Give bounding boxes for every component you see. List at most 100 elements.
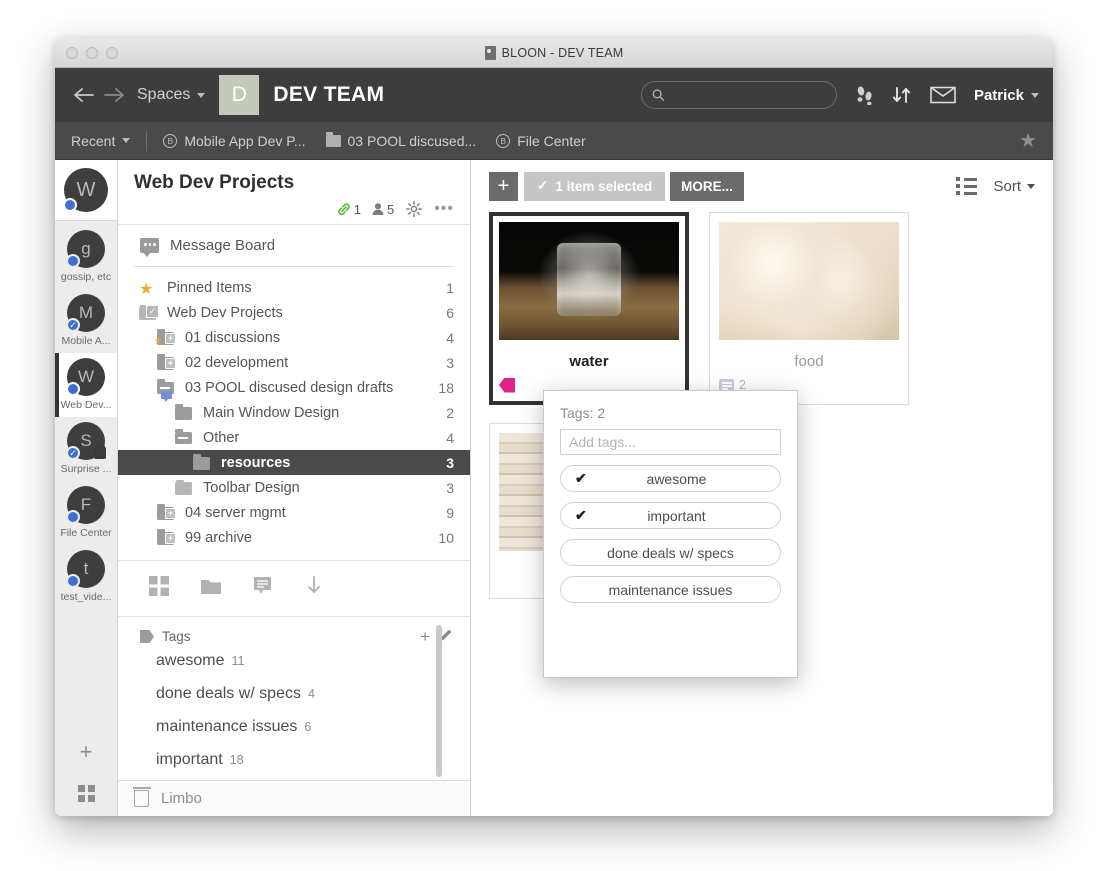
avatar: F: [66, 486, 105, 524]
tag-item-maintenance-issues[interactable]: maintenance issues 6: [156, 718, 470, 751]
sidebar-item-file-center[interactable]: F File Center: [55, 481, 117, 545]
desktop: BLOON - DEV TEAM Spaces D DEV TEAM Patri…: [0, 0, 1102, 871]
tree-row-label: Main Window Design: [203, 404, 340, 421]
popup-tag-label: done deals w/ specs: [607, 544, 734, 561]
folder-icon: [325, 131, 341, 147]
tags-popup-title: Tags: 2: [560, 405, 606, 421]
recent-dropdown[interactable]: Recent: [71, 133, 131, 149]
selection-status-button[interactable]: ✓ 1 item selected: [524, 171, 666, 201]
tree-row-other[interactable]: Other 4: [118, 425, 470, 450]
sidebar-item-label: Mobile A...: [61, 335, 111, 347]
limbo-button[interactable]: Limbo: [118, 780, 470, 816]
tree-row-toolbar-design[interactable]: Toolbar Design 3: [118, 475, 470, 500]
settings-button[interactable]: [406, 201, 423, 217]
breadcrumb-item-file-center[interactable]: B File Center: [496, 133, 586, 149]
popup-tag-maintenance-issues[interactable]: maintenance issues: [560, 576, 781, 603]
add-item-button[interactable]: +: [489, 171, 518, 201]
tree-row-03-pool[interactable]: 03 POOL discused design drafts 18: [118, 375, 470, 402]
status-dot: [66, 574, 80, 588]
content-view-controls: Sort: [956, 177, 1035, 195]
tree-row-02-development[interactable]: + 02 development 3: [118, 350, 470, 375]
favorite-star-icon[interactable]: ★: [1019, 128, 1037, 153]
check-icon: ✓: [537, 178, 549, 193]
search-input[interactable]: [671, 87, 826, 103]
team-avatar[interactable]: D: [219, 75, 260, 115]
tree-row-99-archive[interactable]: + 99 archive 10: [118, 525, 470, 550]
tag-item-important[interactable]: important 18: [156, 751, 470, 780]
transfers-button[interactable]: [892, 85, 912, 105]
card-thumbnail: [499, 222, 679, 340]
message-board-link[interactable]: Message Board: [118, 225, 470, 266]
tree-row-count: 3: [446, 354, 454, 371]
more-actions-button[interactable]: MORE...: [670, 171, 744, 201]
search-box[interactable]: [640, 81, 837, 109]
selection-label: 1 item selected: [555, 178, 653, 194]
tag-item-awesome[interactable]: awesome 11: [156, 652, 470, 685]
user-menu[interactable]: Patrick: [974, 87, 1039, 104]
tag-label: done deals w/ specs: [156, 685, 301, 702]
add-space-button[interactable]: +: [80, 741, 93, 763]
tree-row-01-discussions[interactable]: + ★ 01 discussions 4: [118, 325, 470, 350]
tag-count: 6: [304, 720, 312, 734]
comment-icon[interactable]: [252, 575, 274, 602]
add-tag-button[interactable]: +: [420, 628, 430, 645]
forward-button[interactable]: [99, 80, 129, 110]
sort-dropdown[interactable]: Sort: [993, 178, 1035, 195]
tree-row-pinned-items[interactable]: ★ Pinned Items 1: [118, 275, 470, 300]
breadcrumb-item-mobile-app[interactable]: B Mobile App Dev P...: [163, 133, 306, 149]
grid-icon[interactable]: [148, 575, 170, 602]
tree-row-04-server-mgmt[interactable]: + 04 server mgmt 9: [118, 500, 470, 525]
breadcrumb-item-pool[interactable]: 03 POOL discused...: [325, 131, 477, 149]
tags-scrollbar[interactable]: [436, 625, 442, 777]
status-dot: [66, 510, 80, 524]
sidebar-item-web-dev[interactable]: W Web Dev...: [55, 353, 117, 417]
sort-label: Sort: [993, 177, 1021, 195]
bubble-b-icon: B: [496, 133, 511, 148]
popup-tag-done-deals[interactable]: done deals w/ specs: [560, 539, 781, 566]
messages-button[interactable]: [930, 86, 956, 104]
card-water[interactable]: water: [489, 212, 689, 405]
tree-row-web-dev-projects[interactable]: ✓ Web Dev Projects 6: [118, 300, 470, 325]
download-icon[interactable]: [304, 575, 324, 602]
popup-tag-awesome[interactable]: ✔ awesome: [560, 465, 781, 492]
tree-row-count: 3: [446, 454, 454, 471]
list-view-icon[interactable]: [956, 177, 978, 195]
status-check-icon: ✓: [66, 446, 80, 460]
status-dot: [66, 382, 80, 396]
rail-current-space[interactable]: W: [55, 160, 117, 221]
tree-row-label: 99 archive: [185, 529, 252, 546]
more-options-button[interactable]: •••: [434, 200, 454, 218]
members-count[interactable]: 5: [371, 202, 394, 217]
folder-icon: [192, 454, 212, 471]
apps-grid-icon[interactable]: [77, 785, 95, 802]
breadcrumb-label: 03 POOL discused...: [347, 132, 477, 149]
members-count-value: 5: [386, 201, 395, 217]
tree-row-resources[interactable]: resources 3: [118, 450, 470, 475]
page-title: Web Dev Projects: [134, 172, 295, 193]
status-check-icon: ✓: [66, 318, 80, 332]
spaces-dropdown[interactable]: Spaces: [137, 86, 206, 104]
activity-button[interactable]: [855, 85, 874, 105]
back-button[interactable]: [69, 80, 99, 110]
tree-row-main-window-design[interactable]: Main Window Design 2: [118, 400, 470, 425]
sidebar-item-mobile-app[interactable]: M ✓ Mobile A...: [55, 289, 117, 353]
sidebar-item-test-video[interactable]: t test_vide...: [55, 545, 117, 609]
sidebar-item-surprise[interactable]: S ✓ Surprise ...: [55, 417, 117, 481]
popup-tag-important[interactable]: ✔ important: [560, 502, 781, 529]
avatar: M ✓: [66, 294, 105, 332]
folder-icon[interactable]: [200, 576, 222, 601]
tag-item-done-deals[interactable]: done deals w/ specs 4: [156, 685, 470, 718]
tag-icon[interactable]: [499, 377, 515, 393]
avatar: S ✓: [66, 422, 106, 460]
lock-icon: [94, 444, 106, 459]
tree-row-label: 04 server mgmt: [185, 504, 286, 521]
add-tags-input[interactable]: [560, 429, 781, 455]
tags-header: Tags +: [118, 617, 470, 652]
card-food[interactable]: food 2: [709, 212, 909, 405]
links-count[interactable]: 1: [336, 202, 361, 217]
sidebar-item-gossip[interactable]: g gossip, etc: [55, 225, 117, 289]
tree-row-label: Web Dev Projects: [167, 304, 283, 321]
arrow-left-icon: [74, 88, 94, 102]
window-titlebar: BLOON - DEV TEAM: [55, 38, 1053, 68]
project-header: Web Dev Projects 1 5 •••: [118, 160, 470, 224]
